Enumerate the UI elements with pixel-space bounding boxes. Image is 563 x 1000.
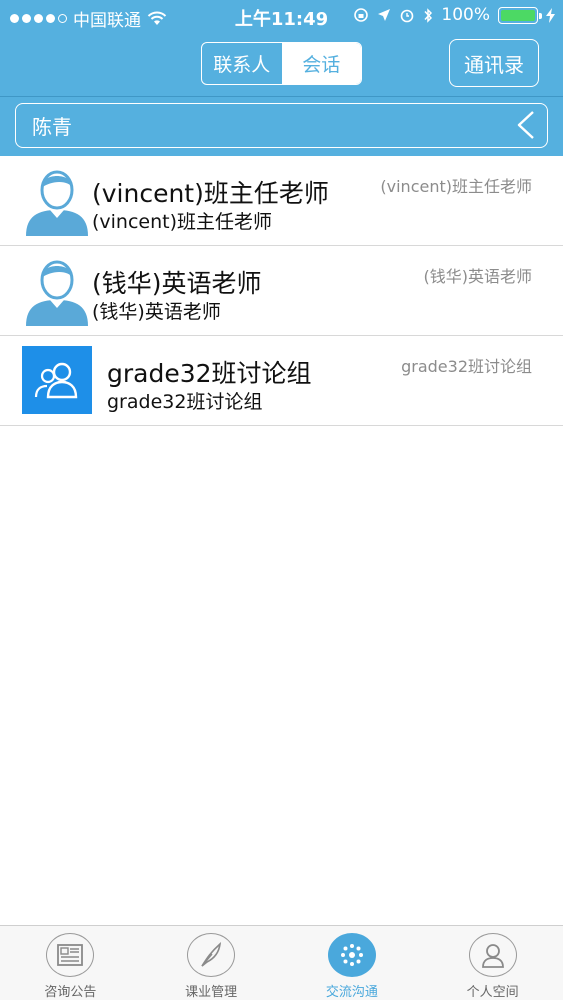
tab-contacts[interactable]: 联系人 xyxy=(202,43,282,84)
chat-hub-icon xyxy=(327,933,376,977)
person-avatar-icon xyxy=(22,256,92,326)
location-icon xyxy=(378,9,391,21)
alarm-icon xyxy=(401,9,414,23)
top-bar: 中国联通 上午11:49 100% 联系人 会话 通讯录 陈青 xyxy=(0,0,563,156)
conversation-subtitle: (vincent)班主任老师 xyxy=(92,211,273,233)
tab-news[interactable]: 咨询公告 xyxy=(0,926,141,1000)
chevron-left-icon[interactable] xyxy=(515,110,537,140)
conversation-title: grade32班讨论组 xyxy=(107,359,312,388)
conversation-row[interactable]: grade32班讨论组 grade32班讨论组 grade32班讨论组 xyxy=(0,336,563,426)
group-avatar xyxy=(22,346,92,414)
conversation-right-label: grade32班讨论组 xyxy=(401,357,532,376)
conversation-row[interactable]: (vincent)班主任老师 (vincent)班主任老师 (vincent)班… xyxy=(0,156,563,246)
contact-name-value: 陈青 xyxy=(32,115,72,139)
header-divider xyxy=(0,96,563,97)
battery-icon xyxy=(498,6,542,24)
charging-icon xyxy=(546,7,555,23)
conversation-subtitle: grade32班讨论组 xyxy=(107,391,263,413)
rotation-lock-icon xyxy=(354,8,369,22)
conversation-subtitle: (钱华)英语老师 xyxy=(92,301,221,323)
tab-personal-label: 个人空间 xyxy=(466,985,519,1000)
tab-coursework[interactable]: 课业管理 xyxy=(141,926,282,1000)
status-right: 100% xyxy=(353,5,555,25)
bottom-tab-bar: 咨询公告 课业管理 交流沟通 个人空间 xyxy=(0,925,563,1000)
newspaper-icon xyxy=(46,933,95,977)
contact-name-field[interactable]: 陈青 xyxy=(15,103,548,148)
bluetooth-icon xyxy=(424,7,433,23)
tab-personal[interactable]: 个人空间 xyxy=(422,926,563,1000)
tab-communication[interactable]: 交流沟通 xyxy=(282,926,423,1000)
conversation-title: (钱华)英语老师 xyxy=(92,269,262,298)
person-icon xyxy=(468,933,517,977)
conversation-right-label: (钱华)英语老师 xyxy=(423,267,533,286)
group-icon xyxy=(34,362,78,399)
conversation-row[interactable]: (钱华)英语老师 (钱华)英语老师 (钱华)英语老师 xyxy=(0,246,563,336)
conversation-title: (vincent)班主任老师 xyxy=(92,179,329,208)
battery-percent: 100% xyxy=(441,5,490,25)
status-bar: 中国联通 上午11:49 100% xyxy=(0,0,563,32)
view-segmented-control: 联系人 会话 xyxy=(201,42,362,85)
person-avatar-icon xyxy=(22,166,92,236)
tab-conversations[interactable]: 会话 xyxy=(281,43,361,84)
tab-coursework-label: 课业管理 xyxy=(185,985,238,1000)
tab-news-label: 咨询公告 xyxy=(44,985,97,1000)
address-book-button[interactable]: 通讯录 xyxy=(449,39,539,87)
tab-communication-label: 交流沟通 xyxy=(325,985,378,1000)
conversation-list: (vincent)班主任老师 (vincent)班主任老师 (vincent)班… xyxy=(0,156,563,426)
conversation-right-label: (vincent)班主任老师 xyxy=(380,177,532,196)
feather-icon xyxy=(187,933,236,977)
